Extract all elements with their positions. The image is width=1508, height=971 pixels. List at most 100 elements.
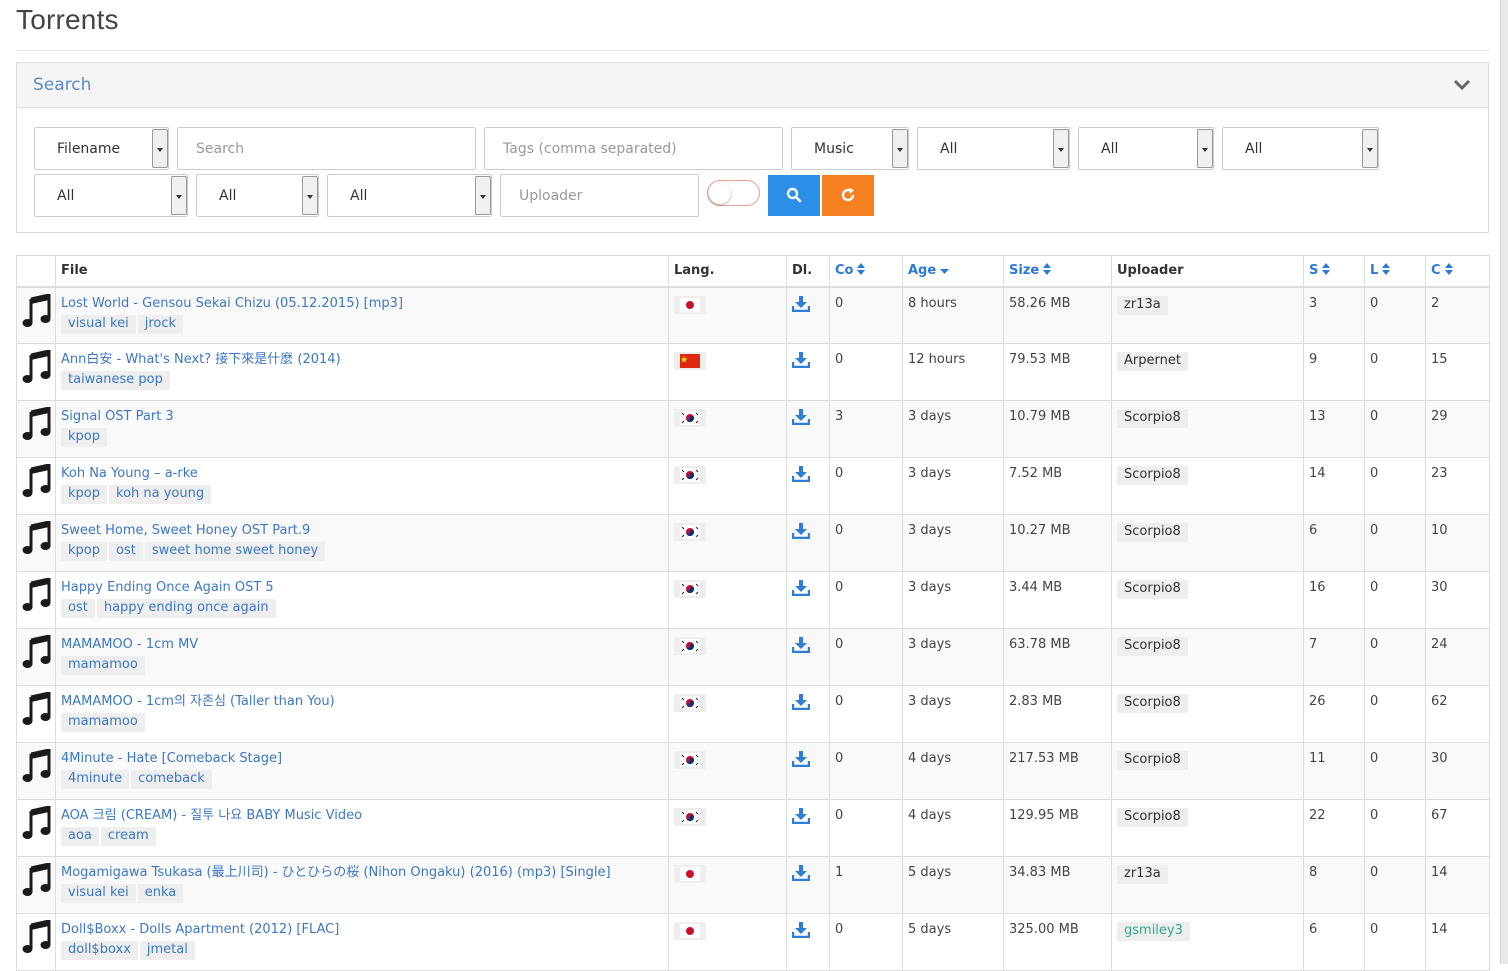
file-name-link[interactable]: Ann白安 - What's Next? 接下來是什麼 (2014): [61, 352, 663, 367]
tag-label[interactable]: visual kei: [61, 884, 136, 903]
tag-label[interactable]: kpop: [61, 542, 107, 561]
tag-label[interactable]: mamamoo: [61, 656, 145, 675]
tag-label[interactable]: kpop: [61, 428, 107, 447]
filter-select-5[interactable]: All: [34, 174, 188, 217]
file-name-link[interactable]: Lost World - Gensou Sekai Chizu (05.12.2…: [61, 296, 663, 311]
tag-list: doll$boxx jmetal: [61, 941, 663, 960]
download-cell[interactable]: [786, 457, 830, 515]
category-cell[interactable]: [16, 799, 56, 857]
download-cell[interactable]: [786, 343, 830, 401]
file-name-link[interactable]: Signal OST Part 3: [61, 409, 663, 424]
tag-label[interactable]: aoa: [61, 827, 99, 846]
tag-label[interactable]: jrock: [137, 314, 184, 334]
uploader-badge[interactable]: gsmiley3: [1117, 922, 1190, 941]
download-cell[interactable]: [786, 400, 830, 458]
category-cell[interactable]: [16, 628, 56, 686]
search-panel-header[interactable]: Search: [17, 63, 1488, 108]
download-cell[interactable]: [786, 856, 830, 914]
uploader-badge[interactable]: Scorpio8: [1117, 808, 1188, 827]
uploader-badge[interactable]: zr13a: [1117, 865, 1168, 884]
search-button[interactable]: [768, 175, 820, 216]
category-cell[interactable]: [16, 685, 56, 743]
tag-label[interactable]: koh na young: [109, 485, 212, 504]
category-cell[interactable]: [16, 742, 56, 800]
file-name-link[interactable]: MAMAMOO - 1cm의 자존심 (Taller than You): [61, 694, 663, 709]
tag-label[interactable]: cream: [100, 827, 156, 846]
file-name-link[interactable]: Mogamigawa Tsukasa (最上川司) - ひとひらの桜 (Niho…: [61, 865, 663, 880]
tag-label[interactable]: ost: [109, 542, 143, 561]
tag-label[interactable]: doll$boxx: [61, 941, 138, 960]
tag-label[interactable]: visual kei: [61, 314, 136, 334]
file-header[interactable]: File: [55, 255, 669, 288]
category-cell[interactable]: [16, 343, 56, 401]
download-cell[interactable]: [786, 913, 830, 971]
uploader-badge[interactable]: Scorpio8: [1117, 580, 1188, 599]
category-cell[interactable]: [16, 856, 56, 914]
size-header[interactable]: Size: [1003, 255, 1112, 288]
select-caret-icon: [152, 129, 168, 168]
scrollbar[interactable]: [1500, 0, 1508, 964]
tag-label[interactable]: comeback: [131, 770, 212, 789]
uploader-badge[interactable]: Scorpio8: [1117, 751, 1188, 770]
age-header[interactable]: Age: [902, 255, 1004, 288]
category-cell[interactable]: [16, 913, 56, 971]
tag-label[interactable]: enka: [137, 884, 184, 903]
tag-label[interactable]: happy ending once again: [96, 599, 276, 618]
completed-cell: 30: [1425, 742, 1490, 800]
download-cell[interactable]: [786, 685, 830, 743]
filter-select-6[interactable]: All: [196, 174, 319, 217]
filter-select-3[interactable]: All: [1078, 127, 1214, 170]
tag-label[interactable]: mamamoo: [61, 713, 145, 732]
uploader-badge[interactable]: Scorpio8: [1117, 409, 1188, 428]
filter-toggle[interactable]: [707, 180, 760, 206]
file-name-link[interactable]: Doll$Boxx - Dolls Apartment (2012) [FLAC…: [61, 922, 663, 937]
chevron-down-icon[interactable]: [1452, 75, 1472, 95]
filename-select[interactable]: Filename: [34, 127, 169, 170]
tag-label[interactable]: ost: [61, 599, 95, 618]
category-cell[interactable]: [16, 514, 56, 572]
uploader-badge[interactable]: Scorpio8: [1117, 637, 1188, 656]
download-cell[interactable]: [786, 799, 830, 857]
file-name-link[interactable]: AOA 크림 (CREAM) - 질투 나요 BABY Music Video: [61, 808, 663, 823]
seeders-header[interactable]: S: [1303, 255, 1365, 288]
download-cell[interactable]: [786, 286, 830, 344]
category-cell[interactable]: [16, 457, 56, 515]
uploader-badge[interactable]: Scorpio8: [1117, 466, 1188, 485]
file-cell: Ann白安 - What's Next? 接下來是什麼 (2014) taiwan…: [55, 343, 669, 401]
tag-label[interactable]: 4minute: [61, 770, 130, 789]
reset-button[interactable]: [822, 175, 874, 216]
tag-label[interactable]: jmetal: [139, 941, 195, 960]
search-input[interactable]: Search: [177, 127, 476, 170]
lang-cell: [668, 913, 787, 971]
uploader-badge[interactable]: Scorpio8: [1117, 523, 1188, 542]
category-select[interactable]: Music: [791, 127, 909, 170]
uploader-input[interactable]: Uploader: [500, 174, 699, 217]
co-header[interactable]: Co: [829, 255, 903, 288]
uploader-badge[interactable]: Arpernet: [1117, 352, 1188, 371]
tag-label[interactable]: taiwanese pop: [61, 371, 170, 390]
uploader-badge[interactable]: zr13a: [1117, 295, 1168, 315]
download-cell[interactable]: [786, 628, 830, 686]
download-cell[interactable]: [786, 742, 830, 800]
file-name-link[interactable]: Sweet Home, Sweet Honey OST Part.9: [61, 523, 663, 538]
download-cell[interactable]: [786, 514, 830, 572]
filter-select-4[interactable]: All: [1222, 127, 1379, 170]
file-name-link[interactable]: MAMAMOO - 1cm MV: [61, 637, 663, 652]
select-caret-icon: [171, 176, 187, 215]
category-cell[interactable]: [16, 571, 56, 629]
file-name-link[interactable]: Koh Na Young – a-rke: [61, 466, 663, 481]
download-cell[interactable]: [786, 571, 830, 629]
file-name-link[interactable]: Happy Ending Once Again OST 5: [61, 580, 663, 595]
uploader-header: Uploader: [1111, 255, 1304, 288]
completed-header[interactable]: C: [1425, 255, 1490, 288]
uploader-badge[interactable]: Scorpio8: [1117, 694, 1188, 713]
filter-select-7[interactable]: All: [327, 174, 492, 217]
tag-label[interactable]: sweet home sweet honey: [144, 542, 326, 561]
category-cell[interactable]: [16, 400, 56, 458]
category-cell[interactable]: [16, 286, 56, 344]
leechers-header[interactable]: L: [1364, 255, 1426, 288]
tags-input[interactable]: Tags (comma separated): [484, 127, 783, 170]
tag-label[interactable]: kpop: [61, 485, 107, 504]
filter-select-2[interactable]: All: [917, 127, 1070, 170]
file-name-link[interactable]: 4Minute - Hate [Comeback Stage]: [61, 751, 663, 766]
